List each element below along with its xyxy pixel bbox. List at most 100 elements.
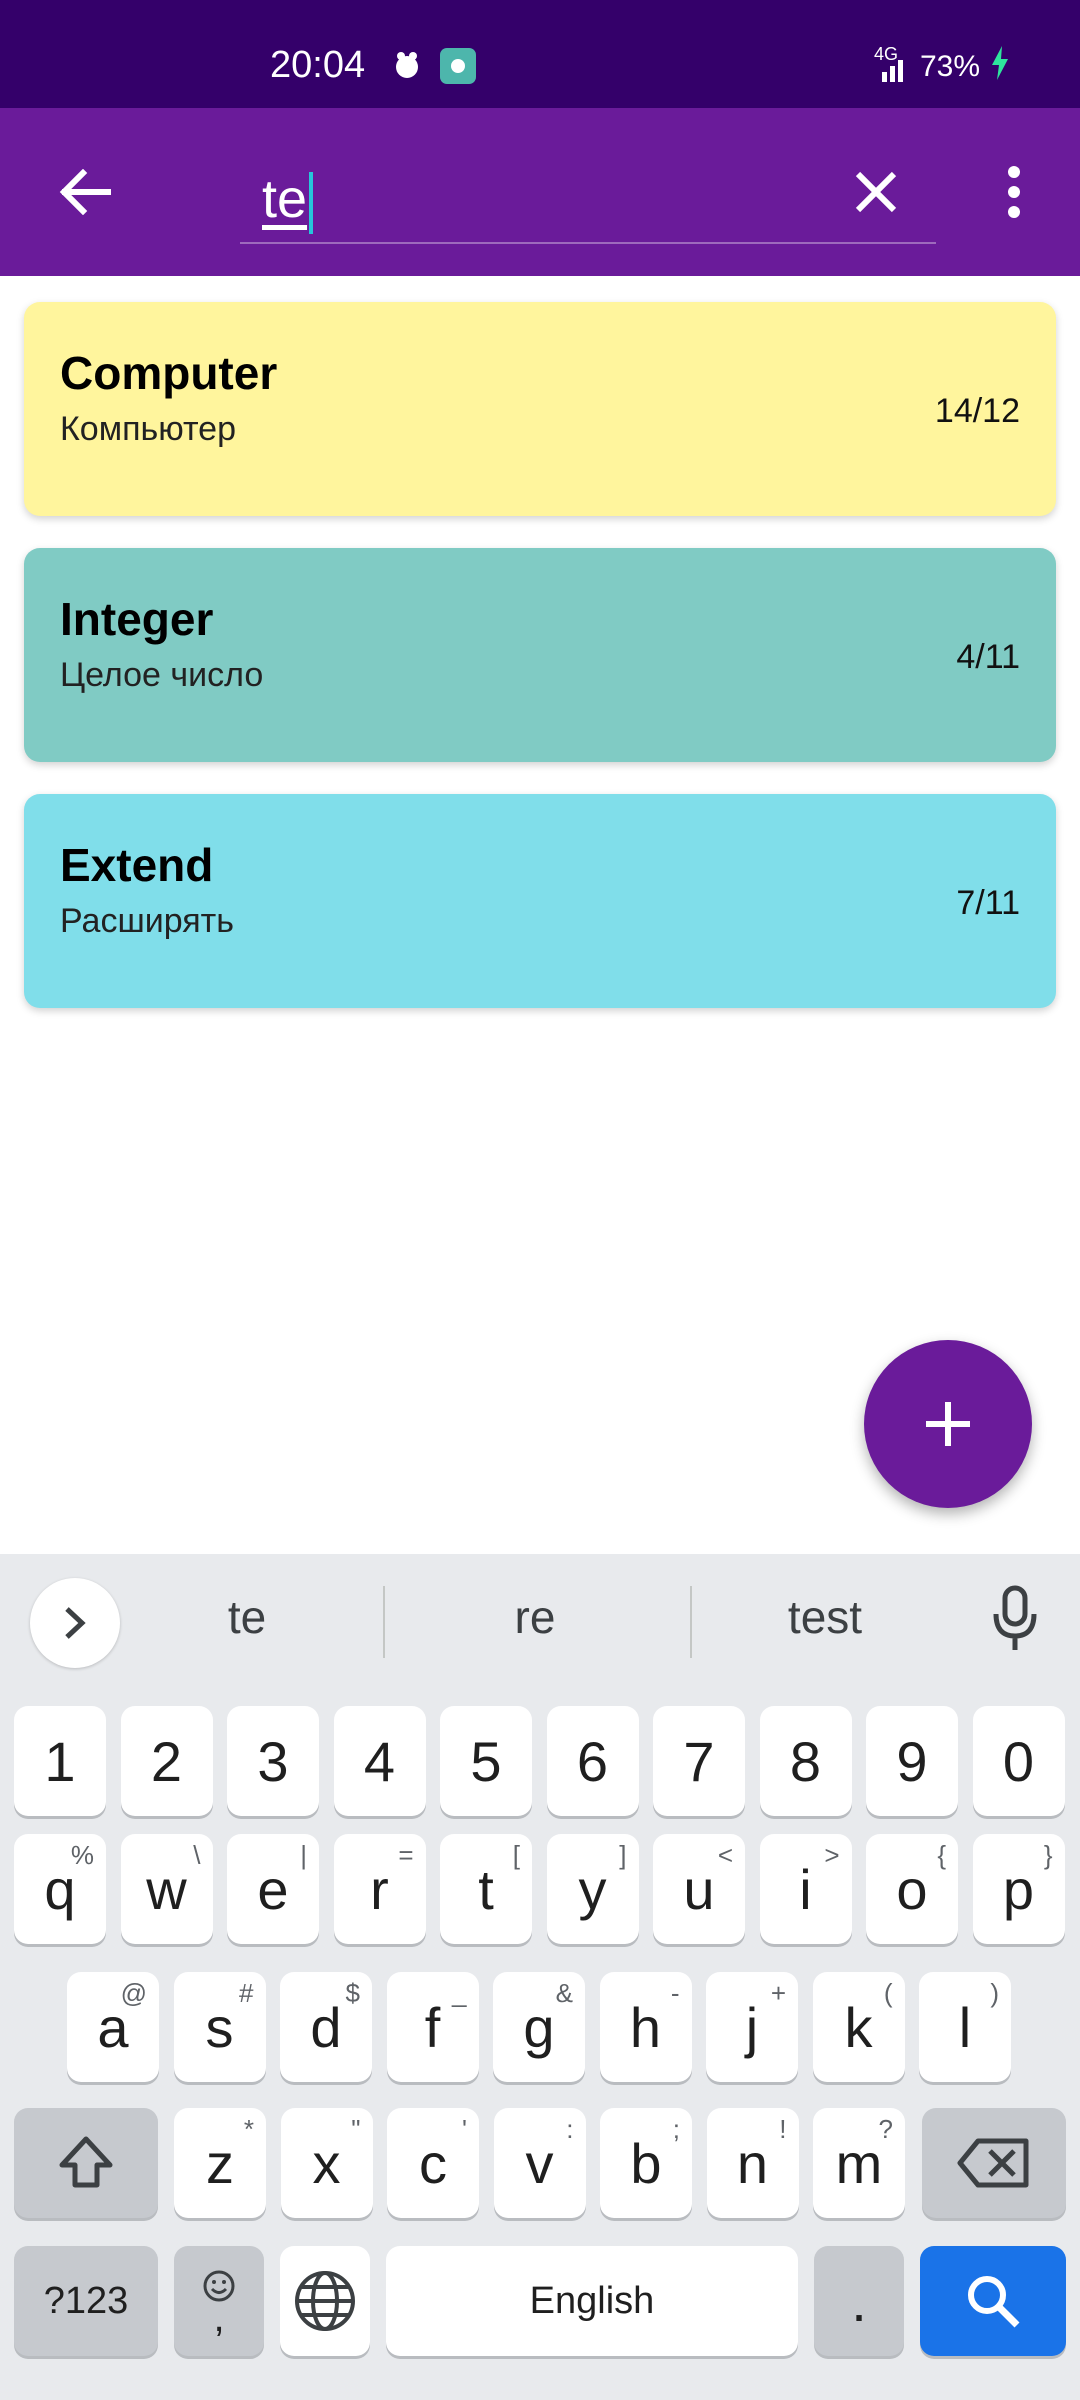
add-word-button[interactable] <box>864 1340 1032 1508</box>
number-key[interactable]: 7 <box>653 1706 745 1816</box>
key-label: t <box>478 1857 494 1921</box>
key-label: r <box>370 1857 389 1921</box>
number-key[interactable]: 6 <box>546 1706 639 1816</box>
emoji-comma-key[interactable]: , <box>174 2246 264 2356</box>
shift-key[interactable] <box>14 2108 158 2218</box>
card-progress-count: 14/12 <box>934 392 1020 430</box>
key-label: d <box>310 1995 342 2059</box>
letter-key[interactable]: c ' <box>387 2108 479 2218</box>
comma-key-label: , <box>213 2296 225 2340</box>
number-key[interactable]: 1 <box>14 1706 106 1816</box>
letter-key[interactable]: s # <box>173 1972 266 2082</box>
letter-key[interactable]: f _ <box>386 1972 479 2082</box>
letter-key[interactable]: x " <box>280 2108 373 2218</box>
key-secondary-label: ) <box>990 1978 999 2008</box>
number-key[interactable]: 0 <box>972 1706 1065 1816</box>
shift-icon <box>59 2136 113 2188</box>
period-key[interactable]: . <box>814 2246 904 2356</box>
more-vert-icon <box>1008 166 1020 218</box>
key-label: l <box>958 1995 972 2059</box>
number-key[interactable]: 5 <box>440 1706 532 1816</box>
key-label: h <box>629 1995 662 2059</box>
language-switch-key[interactable] <box>280 2246 370 2356</box>
letter-key[interactable]: b; <box>600 2108 692 2218</box>
chevron-right-icon <box>65 1607 86 1639</box>
letter-key[interactable]: j + <box>706 1972 798 2082</box>
clear-search-button[interactable] <box>836 152 916 232</box>
key-secondary-label: _ <box>452 1978 467 2008</box>
letter-key[interactable]: r = <box>333 1834 426 1944</box>
key-secondary-label: \ <box>193 1840 201 1870</box>
key-label: k <box>844 1995 873 2059</box>
key-secondary-label: > <box>824 1840 840 1870</box>
key-label: i <box>799 1857 812 1921</box>
key-secondary-label: | <box>300 1840 307 1870</box>
suggestion-item[interactable]: te <box>122 1590 372 1644</box>
key-label: 4 <box>363 1729 396 1793</box>
letter-key[interactable]: z * <box>174 2108 266 2218</box>
letter-key[interactable]: w \ <box>120 1834 213 1944</box>
word-card[interactable]: Integer Целое число 4/11 <box>24 548 1056 762</box>
back-button[interactable] <box>40 152 130 232</box>
card-word: Computer <box>60 347 278 399</box>
key-secondary-label: } <box>1043 1840 1053 1870</box>
more-options-button[interactable] <box>974 152 1054 232</box>
suggestion-item[interactable]: re <box>410 1590 660 1644</box>
key-label: 8 <box>789 1729 822 1793</box>
screen: 20:04 4G 73% te Computer Компьютер 14/12… <box>0 0 1080 2400</box>
voice-input-button[interactable] <box>990 1584 1040 1659</box>
search-icon <box>968 2276 1020 2328</box>
number-key[interactable]: 2 <box>120 1706 213 1816</box>
letter-key[interactable]: k( <box>812 1972 905 2082</box>
key-secondary-label: < <box>717 1840 733 1870</box>
suggestion-divider <box>383 1586 385 1658</box>
number-key[interactable]: 8 <box>759 1706 852 1816</box>
letter-key[interactable]: e | <box>227 1834 319 1944</box>
suggestion-divider <box>690 1586 692 1658</box>
microphone-icon <box>993 1585 1037 1650</box>
notification-icon <box>390 48 424 82</box>
letter-key[interactable]: o{ <box>866 1834 958 1944</box>
search-input[interactable]: te <box>240 148 936 244</box>
letter-key[interactable]: g & <box>493 1972 585 2082</box>
key-label: m <box>835 2131 883 2195</box>
letter-key[interactable]: t[ <box>440 1834 532 1944</box>
search-key[interactable] <box>920 2246 1066 2356</box>
letter-key[interactable]: h- <box>599 1972 692 2082</box>
letter-key[interactable]: a @ <box>67 1972 159 2082</box>
letter-key[interactable]: l) <box>919 1972 1011 2082</box>
number-key[interactable]: 3 <box>227 1706 319 1816</box>
signal-icon: 4G <box>870 44 910 82</box>
key-label: 2 <box>150 1729 183 1793</box>
key-secondary-label: * <box>243 2114 254 2144</box>
period-key-label: . <box>851 2269 867 2333</box>
suggestion-item[interactable]: test <box>700 1590 950 1644</box>
letter-key[interactable]: u < <box>653 1834 745 1944</box>
letter-key[interactable]: m? <box>813 2108 905 2218</box>
backspace-key[interactable] <box>922 2108 1066 2218</box>
key-secondary-label: ? <box>878 2114 893 2144</box>
word-card[interactable]: Extend Расширять 7/11 <box>24 794 1056 1008</box>
backspace-icon <box>957 2138 1029 2188</box>
letter-key[interactable]: n! <box>706 2108 799 2218</box>
letter-key[interactable]: i > <box>759 1834 852 1944</box>
suggestion-strip: te re test <box>0 1554 1080 1690</box>
letter-key[interactable]: d $ <box>280 1972 372 2082</box>
space-key[interactable]: English <box>386 2246 798 2356</box>
symbols-key[interactable]: ?123 <box>14 2246 158 2356</box>
letter-key[interactable]: p} <box>972 1834 1065 1944</box>
key-label: 0 <box>1002 1729 1035 1793</box>
on-screen-keyboard: te re test 1234567890 q% w \ e | r = t[y] u < i > o{… <box>0 1554 1080 2400</box>
word-card[interactable]: Computer Компьютер 14/12 <box>24 302 1056 516</box>
number-key[interactable]: 9 <box>866 1706 958 1816</box>
text-caret <box>309 171 314 234</box>
key-label: 5 <box>470 1729 502 1793</box>
letter-key[interactable]: y] <box>546 1834 639 1944</box>
key-secondary-label: ] <box>619 1840 627 1870</box>
key-secondary-label: # <box>239 1978 254 2008</box>
number-key[interactable]: 4 <box>333 1706 426 1816</box>
card-translation: Расширять <box>60 902 234 940</box>
letter-key[interactable]: v: <box>493 2108 586 2218</box>
keyboard-toolbar-expand-button[interactable] <box>30 1578 120 1668</box>
letter-key[interactable]: q% <box>14 1834 106 1944</box>
